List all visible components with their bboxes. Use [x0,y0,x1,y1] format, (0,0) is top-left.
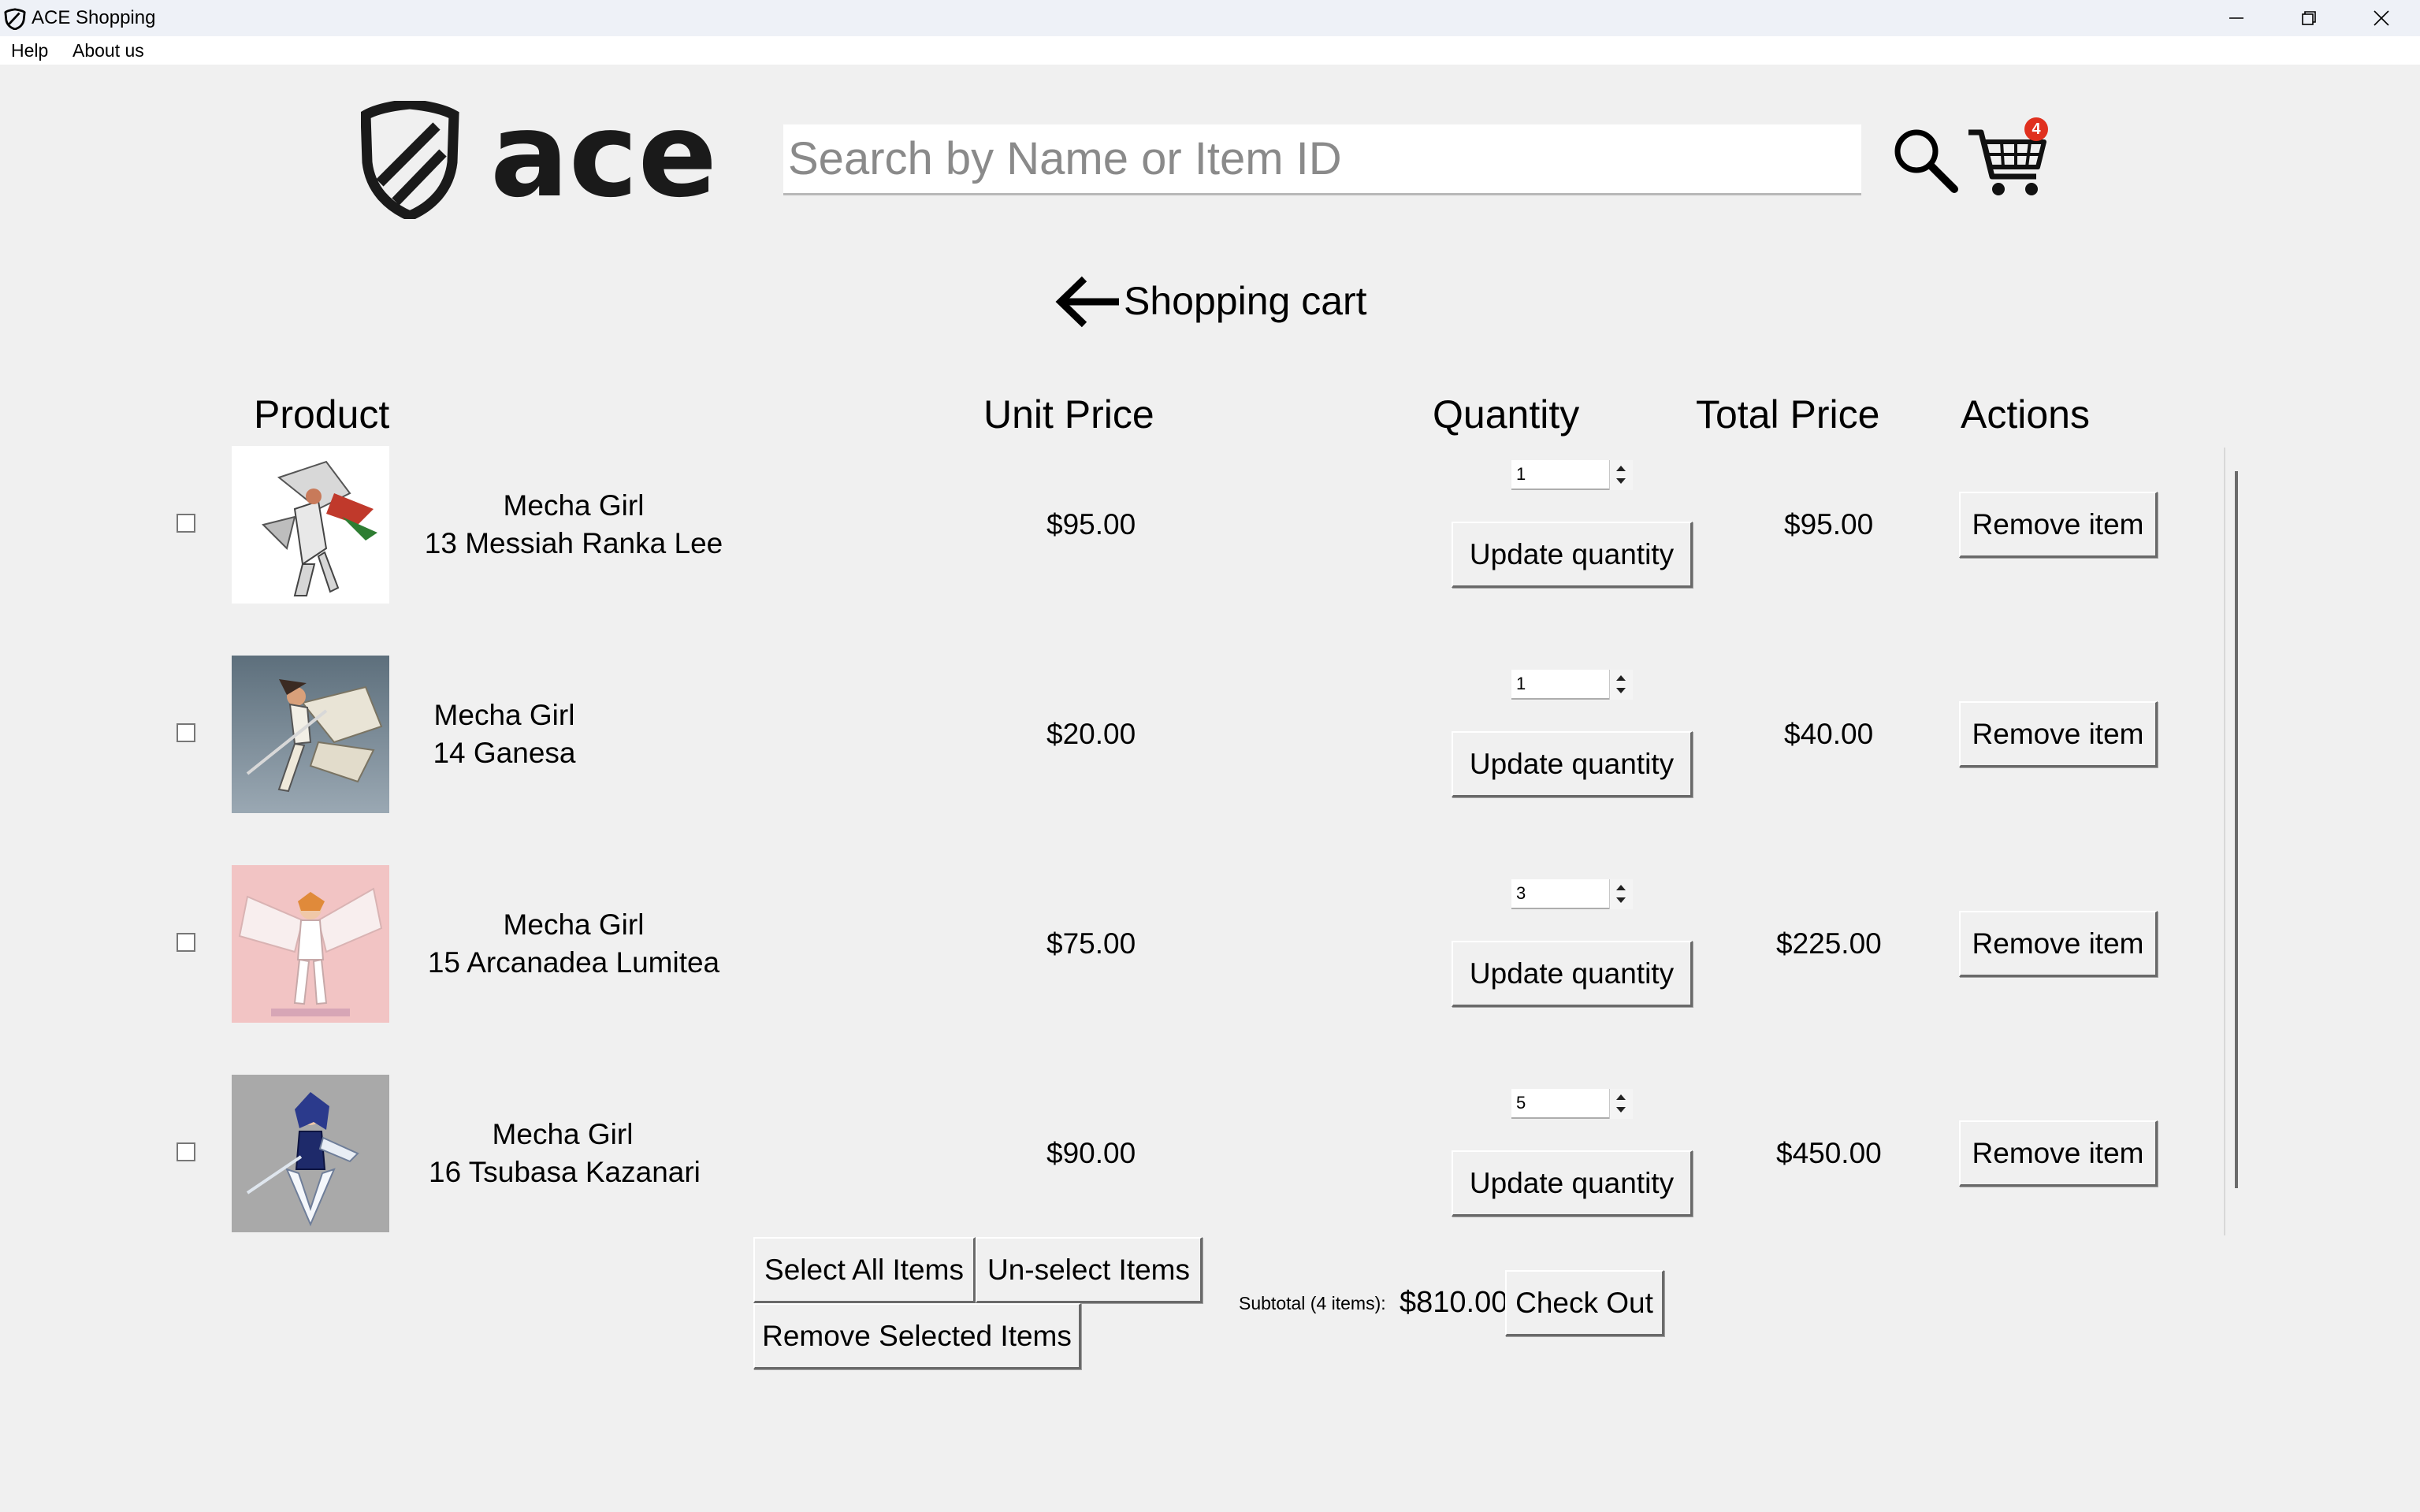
select-all-items-button[interactable]: Select All Items [753,1237,976,1303]
total-price: $95.00 [1784,508,1874,541]
page-title: Shopping cart [1124,279,1367,323]
menu-bar: Help About us [0,36,2420,65]
menu-about-us[interactable]: About us [72,39,144,61]
cart-row: Mecha Girl 13 Messiah Ranka Lee $95.00 1… [0,446,2254,656]
remove-item-button[interactable]: Remove item [1959,701,2158,767]
product-image [232,1075,389,1232]
minimize-icon [2229,17,2243,19]
back-arrow-icon[interactable] [1053,274,1121,329]
header-actions: Actions [1961,392,2090,437]
total-price: $40.00 [1784,718,1874,750]
quantity-value: 1 [1516,464,1526,484]
close-button[interactable] [2345,0,2418,36]
spin-arrows[interactable] [1609,879,1633,909]
logo-text: ace [490,101,717,219]
scrollbar-thumb[interactable] [2235,471,2238,1188]
cart-count-badge: 4 [2024,117,2048,141]
unit-price: $75.00 [1046,927,1136,960]
quantity-value: 5 [1516,1093,1526,1113]
check-out-button[interactable]: Check Out [1505,1270,1664,1336]
search-icon[interactable] [1890,124,1961,195]
update-quantity-button[interactable]: Update quantity [1452,731,1693,797]
spin-arrows[interactable] [1609,460,1633,490]
spin-arrows[interactable] [1609,1089,1633,1119]
item-checkbox[interactable] [177,933,195,952]
total-price: $450.00 [1776,1137,1882,1169]
header-unit-price: Unit Price [983,392,1154,437]
product-image [232,865,389,1023]
update-quantity-button[interactable]: Update quantity [1452,941,1693,1007]
quantity-spinbox[interactable]: 5 [1511,1089,1633,1119]
close-icon [2374,10,2389,26]
window-title: ACE Shopping [32,7,156,28]
remove-selected-items-button[interactable]: Remove Selected Items [753,1303,1081,1369]
remove-item-button[interactable]: Remove item [1959,492,2158,558]
quantity-spinbox[interactable]: 1 [1511,670,1633,700]
product-name: Mecha Girl 14 Ganesa [433,699,576,769]
cart-row: Mecha Girl 15 Arcanadea Lumitea $75.00 3… [0,865,2254,1075]
quantity-spinbox[interactable]: 1 [1511,460,1633,490]
unit-price: $95.00 [1046,508,1136,541]
subtotal-value: $810.00 [1400,1286,1508,1319]
unit-price: $90.00 [1046,1137,1136,1169]
total-price: $225.00 [1776,927,1882,960]
product-image [232,446,389,604]
product-name: Mecha Girl 15 Arcanadea Lumitea [427,908,720,979]
unselect-items-button[interactable]: Un-select Items [976,1237,1203,1303]
product-image [232,656,389,813]
restore-icon [2302,11,2316,25]
app-shield-icon [4,8,26,30]
remove-item-button[interactable]: Remove item [1959,1120,2158,1187]
header-quantity: Quantity [1433,392,1580,437]
item-checkbox[interactable] [177,1142,195,1161]
spin-arrows[interactable] [1609,670,1633,700]
unit-price: $20.00 [1046,718,1136,750]
cart-row: Mecha Girl 14 Ganesa $20.00 1 Update qua… [0,656,2254,865]
product-name: Mecha Girl 13 Messiah Ranka Lee [424,489,723,559]
remove-item-button[interactable]: Remove item [1959,911,2158,977]
product-name: Mecha Girl 16 Tsubasa Kazanari [429,1118,701,1188]
quantity-value: 3 [1516,883,1526,903]
quantity-value: 1 [1516,674,1526,693]
quantity-spinbox[interactable]: 3 [1511,879,1633,909]
header-total-price: Total Price [1696,392,1880,437]
update-quantity-button[interactable]: Update quantity [1452,522,1693,588]
shield-icon [361,101,459,219]
menu-help[interactable]: Help [11,39,48,61]
scrollbar-track [2224,448,2225,1235]
minimize-button[interactable] [2200,0,2273,36]
restore-button[interactable] [2273,0,2345,36]
ace-logo: ace [361,101,717,219]
subtotal-label: Subtotal (4 items): [1239,1293,1386,1313]
title-bar: ACE Shopping [0,0,2420,36]
update-quantity-button[interactable]: Update quantity [1452,1150,1693,1217]
cart-scrollbar[interactable] [2224,448,2238,1235]
search-input[interactable] [783,124,1861,195]
item-checkbox[interactable] [177,723,195,742]
header-product: Product [254,392,390,437]
item-checkbox[interactable] [177,514,195,533]
